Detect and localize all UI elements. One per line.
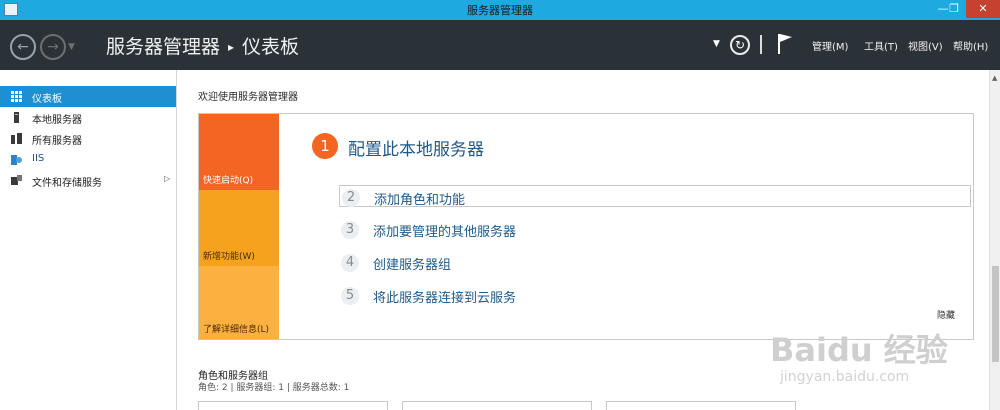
- role-card[interactable]: [606, 401, 796, 410]
- menu-view[interactable]: 视图(V): [908, 38, 943, 53]
- sidebar-item-local-server[interactable]: 本地服务器: [0, 107, 176, 128]
- menu-help[interactable]: 帮助(H): [953, 38, 988, 53]
- notifications-flag-icon[interactable]: [776, 32, 794, 56]
- arrow-left-icon: ←: [17, 39, 29, 55]
- step-link[interactable]: 配置此本地服务器: [348, 135, 484, 160]
- sidebar-item-all-servers[interactable]: 所有服务器: [0, 128, 176, 149]
- file-storage-icon: [11, 175, 22, 185]
- step-number-badge: 1: [312, 133, 338, 159]
- chevron-right-icon[interactable]: ▷: [164, 174, 170, 183]
- arrow-right-icon: →: [47, 39, 59, 55]
- step-add-roles[interactable]: 2 添加角色和功能: [339, 185, 971, 208]
- tile-label: 快速启动(Q): [203, 176, 254, 186]
- watermark-brand: Baidu 经验: [770, 331, 948, 369]
- welcome-title: 欢迎使用服务器管理器: [198, 92, 298, 103]
- close-button[interactable]: ✕: [966, 0, 1000, 18]
- watermark-url: jingyan.baidu.com: [780, 369, 910, 385]
- baidu-watermark: Baidu 经验 jingyan.baidu.com: [770, 305, 970, 400]
- title-bar: 服务器管理器 — ❐ ✕: [0, 0, 1000, 20]
- refresh-icon: ↻: [734, 38, 746, 52]
- chevron-down-icon[interactable]: ▼: [713, 39, 720, 49]
- menu-tools[interactable]: 工具(T): [864, 38, 898, 53]
- sidebar-item-file-storage[interactable]: 文件和存储服务 ▷: [0, 170, 176, 191]
- role-card[interactable]: [198, 401, 388, 410]
- role-card[interactable]: [402, 401, 592, 410]
- scrollbar-thumb[interactable]: [992, 266, 999, 362]
- step-link[interactable]: 添加要管理的其他服务器: [373, 221, 516, 240]
- servers-icon: [11, 133, 22, 144]
- menu-manage[interactable]: 管理(M): [812, 38, 848, 53]
- tile-learn-more[interactable]: 了解详细信息(L): [199, 266, 279, 339]
- tile-whats-new[interactable]: 新增功能(W): [199, 190, 279, 266]
- dashboard-grid-icon: [11, 91, 22, 102]
- sidebar-item-label: 文件和存储服务: [32, 178, 102, 189]
- sidebar-item-label: 本地服务器: [32, 115, 82, 126]
- step-link[interactable]: 添加角色和功能: [374, 189, 465, 208]
- step-number-badge: 4: [341, 254, 359, 272]
- server-icon: [14, 112, 19, 123]
- sidebar-item-label: 仪表板: [32, 94, 62, 105]
- maximize-button[interactable]: ❐: [942, 0, 966, 18]
- sidebar-item-label: IIS: [32, 153, 45, 164]
- back-button[interactable]: ←: [10, 34, 36, 60]
- sidebar-item-dashboard[interactable]: 仪表板: [0, 86, 176, 107]
- breadcrumb: 服务器管理器 ▸ 仪表板: [106, 32, 299, 59]
- step-link[interactable]: 创建服务器组: [373, 254, 451, 273]
- step-link[interactable]: 将此服务器连接到云服务: [373, 287, 516, 306]
- tile-quick-start[interactable]: 快速启动(Q): [199, 114, 279, 190]
- toolbar-divider: [760, 35, 762, 54]
- roles-summary: 角色: 2 | 服务器组: 1 | 服务器总数: 1: [198, 383, 350, 393]
- header-bar: ← → ▼ 服务器管理器 ▸ 仪表板 ▼ ↻ 管理(M) 工具(T) 视图(V) 帮…: [0, 20, 1000, 70]
- sidebar-item-label: 所有服务器: [32, 136, 82, 147]
- refresh-button[interactable]: ↻: [730, 35, 750, 55]
- sidebar: 仪表板 本地服务器 所有服务器 IIS 文件和存储服务 ▷: [0, 70, 177, 410]
- sidebar-item-iis[interactable]: IIS: [0, 149, 176, 170]
- vertical-scrollbar[interactable]: ▲: [989, 70, 1000, 410]
- breadcrumb-root[interactable]: 服务器管理器: [106, 36, 220, 58]
- iis-icon: [11, 155, 22, 165]
- forward-button[interactable]: →: [40, 34, 66, 60]
- step-number-badge: 5: [341, 287, 359, 305]
- tile-label: 新增功能(W): [203, 252, 255, 262]
- breadcrumb-separator: ▸: [228, 40, 235, 54]
- step-number-badge: 2: [342, 189, 360, 207]
- breadcrumb-current: 仪表板: [242, 36, 300, 58]
- step-number-badge: 3: [341, 221, 359, 239]
- scroll-up-icon[interactable]: ▲: [992, 74, 997, 82]
- tile-label: 了解详细信息(L): [203, 325, 270, 335]
- window-title: 服务器管理器: [467, 4, 533, 17]
- history-dropdown-icon[interactable]: ▼: [68, 42, 75, 52]
